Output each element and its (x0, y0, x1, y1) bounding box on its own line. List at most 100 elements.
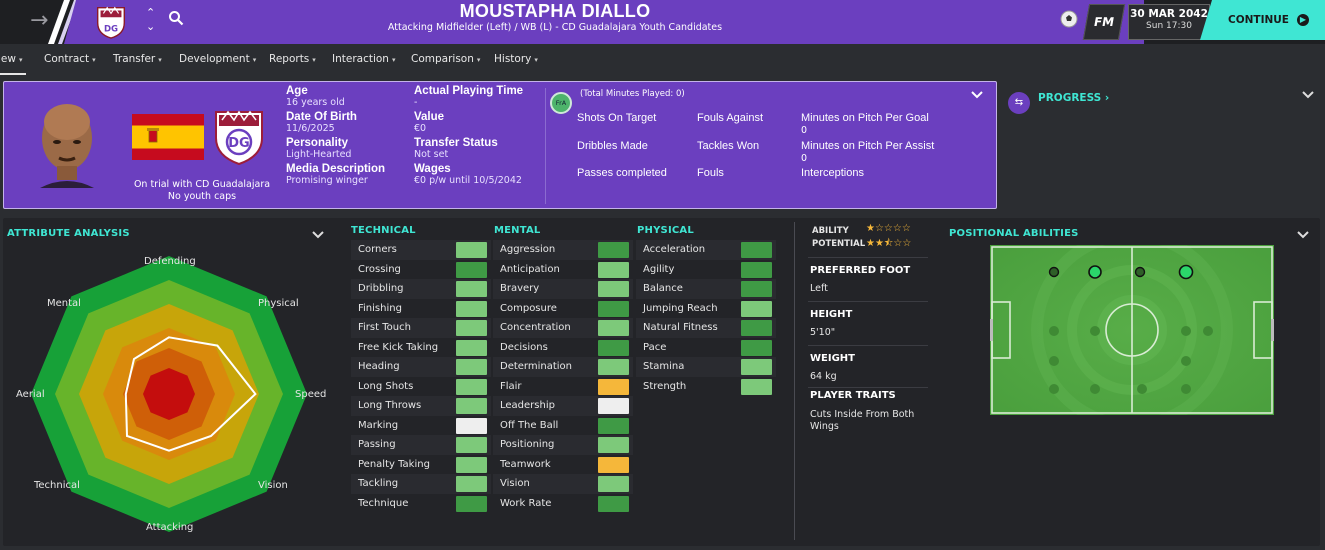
tab-comparison[interactable]: Comparison ▾ (411, 53, 480, 65)
player-traits-label: PLAYER TRAITS (810, 390, 896, 401)
attribute-row[interactable]: Composure (493, 299, 633, 319)
attribute-row[interactable]: Crossing (351, 260, 491, 280)
up-down-icon[interactable]: ⌃ ⌄ (146, 6, 155, 34)
attribute-row[interactable]: Vision (493, 474, 633, 494)
radar-ring (143, 368, 195, 420)
stat-fouls: Fouls (697, 167, 724, 179)
chevron-down-icon[interactable] (1301, 90, 1315, 100)
height-value: 5'10" (810, 327, 836, 338)
attribute-name: Aggression (500, 244, 556, 255)
personality-label: Personality (286, 137, 348, 149)
attribute-row[interactable]: First Touch (351, 318, 491, 338)
attribute-value-box (456, 281, 487, 297)
competition-badge-icon[interactable]: FrA (550, 92, 572, 114)
attribute-row[interactable]: Heading (351, 357, 491, 377)
attribute-row[interactable]: Long Throws (351, 396, 491, 416)
attribute-row[interactable]: Concentration (493, 318, 633, 338)
age-label: Age (286, 85, 308, 97)
attribute-name: Determination (500, 361, 573, 372)
attribute-row[interactable]: Off The Ball (493, 416, 633, 436)
divider (808, 301, 928, 302)
attribute-value-box (598, 281, 629, 297)
attribute-name: Natural Fitness (643, 322, 718, 333)
chevron-down-icon[interactable] (970, 90, 984, 100)
attribute-row[interactable]: Marking (351, 416, 491, 436)
attribute-row[interactable]: Pace (636, 338, 776, 358)
tab-development[interactable]: Development ▾ (179, 53, 256, 65)
progress-link[interactable]: PROGRESS › (1038, 92, 1109, 104)
media-value: Promising winger (286, 175, 368, 186)
stat-min-per-goal-value: 0 (801, 125, 808, 136)
positional-pitch[interactable] (990, 245, 1274, 415)
attribute-row[interactable]: Aggression (493, 240, 633, 260)
chevron-down-icon: ▾ (391, 56, 396, 64)
attribute-name: Vision (500, 478, 530, 489)
attribute-row[interactable]: Leadership (493, 396, 633, 416)
attribute-row[interactable]: Balance (636, 279, 776, 299)
attribute-row[interactable]: Work Rate (493, 494, 633, 514)
trial-status: On trial with CD Guadalajara No youth ca… (124, 179, 280, 203)
attribute-row[interactable]: Long Shots (351, 377, 491, 397)
continue-button[interactable]: CONTINUE ▶ (1200, 0, 1325, 40)
tab-transfer[interactable]: Transfer ▾ (113, 53, 162, 65)
ball-icon[interactable] (1060, 10, 1078, 28)
progress-icon[interactable]: ⇆ (1008, 92, 1030, 114)
attribute-row[interactable]: Technique (351, 494, 491, 514)
attribute-row[interactable]: Acceleration (636, 240, 776, 260)
attribute-value-box (741, 320, 772, 336)
attribute-value-box (456, 476, 487, 492)
attribute-value-box (598, 320, 629, 336)
attribute-row[interactable]: Tackling (351, 474, 491, 494)
fm-menu-button[interactable]: FM (1082, 4, 1126, 40)
height-label: HEIGHT (810, 309, 853, 320)
attribute-row[interactable]: Stamina (636, 357, 776, 377)
chevron-down-icon[interactable] (1296, 230, 1310, 240)
attribute-row[interactable]: Jumping Reach (636, 299, 776, 319)
attribute-row[interactable]: Positioning (493, 435, 633, 455)
attribute-row[interactable]: Dribbling (351, 279, 491, 299)
tab-contract[interactable]: Contract ▾ (44, 53, 96, 65)
tab-interaction[interactable]: Interaction ▾ (332, 53, 395, 65)
attribute-row[interactable]: Natural Fitness (636, 318, 776, 338)
attribute-row[interactable]: Corners (351, 240, 491, 260)
attribute-row[interactable]: Passing (351, 435, 491, 455)
tab-overview[interactable]: iew▾ (0, 53, 28, 75)
tab-reports[interactable]: Reports ▾ (269, 53, 316, 65)
physical-title: PHYSICAL (637, 225, 694, 236)
tab-history[interactable]: History ▾ (494, 53, 538, 65)
attribute-row[interactable]: Determination (493, 357, 633, 377)
attribute-name: Finishing (358, 302, 402, 314)
attribute-value-box (456, 359, 487, 375)
attribute-value-box (456, 437, 487, 453)
mental-attribute-list: Aggression Anticipation Bravery Composure Co… (493, 240, 633, 513)
attribute-name: Tackling (358, 478, 399, 489)
attribute-row[interactable]: Penalty Taking (351, 455, 491, 475)
stat-dribbles-made: Dribbles Made (577, 140, 648, 152)
weight-value: 64 kg (810, 371, 837, 382)
attribute-name: Stamina (643, 361, 685, 372)
attribute-value-box (456, 261, 487, 278)
search-icon[interactable] (168, 10, 184, 26)
chevron-down-icon[interactable] (311, 230, 325, 240)
radar-label-physical: Physical (258, 298, 299, 309)
club-badge-icon[interactable]: DG (92, 2, 130, 40)
spain-flag-icon (132, 114, 204, 160)
attribute-row[interactable]: Free Kick Taking (351, 338, 491, 358)
attribute-row[interactable]: Agility (636, 260, 776, 280)
attribute-row[interactable]: Teamwork (493, 455, 633, 475)
attribute-row[interactable]: Strength (636, 377, 776, 397)
potential-label: POTENTIAL (812, 239, 866, 249)
transfer-status-label: Transfer Status (414, 137, 498, 149)
arrow-right-icon[interactable]: → (30, 8, 48, 33)
attribute-value-box (741, 359, 772, 375)
radar-label-defending: Defending (144, 256, 196, 267)
tab-label: Reports (269, 53, 310, 65)
attribute-row[interactable]: Anticipation (493, 260, 633, 280)
attribute-row[interactable]: Finishing (351, 299, 491, 319)
attribute-row[interactable]: Bravery (493, 279, 633, 299)
game-date[interactable]: 30 MAR 2042 Sun 17:30 (1128, 4, 1210, 40)
attribute-row[interactable]: Decisions (493, 338, 633, 358)
playing-time-value: - (414, 97, 418, 108)
attribute-row[interactable]: Flair (493, 377, 633, 397)
chevron-down-icon: ▾ (534, 56, 538, 64)
